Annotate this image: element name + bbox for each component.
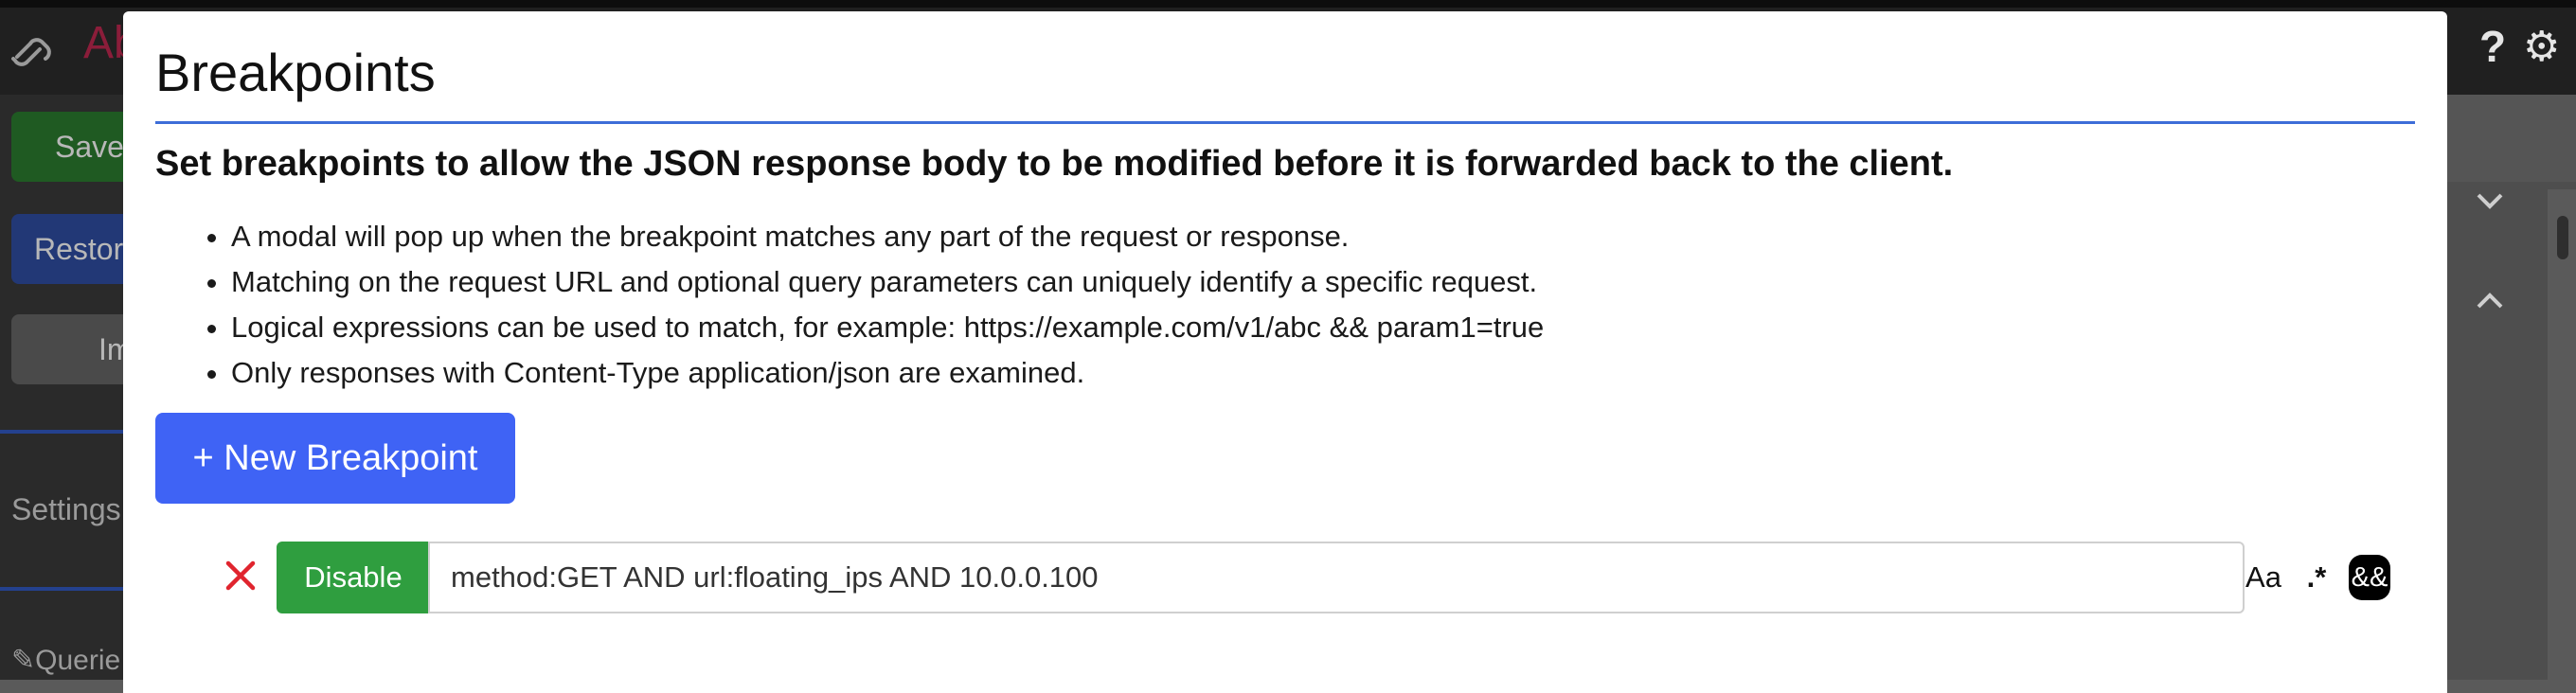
breakpoint-expression-input[interactable] xyxy=(428,542,2245,613)
sidebar xyxy=(0,95,127,680)
breakpoints-modal: Breakpoints Set breakpoints to allow the… xyxy=(123,11,2447,693)
sidebar-item-queries: ✎Querie xyxy=(11,644,120,677)
sidebar-divider xyxy=(0,587,127,591)
right-panel-header xyxy=(2447,95,2576,182)
gear-icon: ⚙ xyxy=(2523,24,2561,70)
list-item: A modal will pop up when the breakpoint … xyxy=(231,214,1544,259)
scrollbar-track xyxy=(2548,189,2576,680)
sidebar-item-settings: Settings xyxy=(11,492,121,526)
modal-title: Breakpoints xyxy=(155,43,436,102)
disable-button[interactable]: Disable xyxy=(277,542,430,613)
sidebar-divider xyxy=(0,430,127,434)
list-item: Only responses with Content-Type applica… xyxy=(231,350,1544,396)
chevron-down-icon xyxy=(2476,186,2504,218)
delete-icon[interactable] xyxy=(214,549,267,602)
new-breakpoint-button[interactable]: + New Breakpoint xyxy=(155,413,515,504)
regex-toggle[interactable]: .* xyxy=(2294,553,2339,602)
logo-icon xyxy=(11,38,51,66)
save-button: Save xyxy=(11,112,138,182)
modal-description: Set breakpoints to allow the JSON respon… xyxy=(155,144,1954,184)
chevron-up-icon xyxy=(2476,286,2504,318)
breakpoint-row: Disable Aa .* && xyxy=(123,542,2447,617)
scrollbar-thumb xyxy=(2557,216,2568,259)
pencil-icon: ✎ xyxy=(11,645,36,676)
restore-button: Restore xyxy=(11,214,138,284)
match-case-toggle[interactable]: Aa xyxy=(2241,553,2286,602)
sidebar-item-label: Querie xyxy=(35,645,121,676)
list-item: Logical expressions can be used to match… xyxy=(231,305,1544,350)
list-item: Matching on the request URL and optional… xyxy=(231,259,1544,305)
app-top-strip xyxy=(0,0,2576,8)
help-icon: ? xyxy=(2479,22,2507,71)
title-divider xyxy=(155,121,2415,124)
import-button: Im xyxy=(11,314,138,384)
logical-toggle[interactable]: && xyxy=(2349,555,2390,600)
info-list: A modal will pop up when the breakpoint … xyxy=(155,214,1544,396)
